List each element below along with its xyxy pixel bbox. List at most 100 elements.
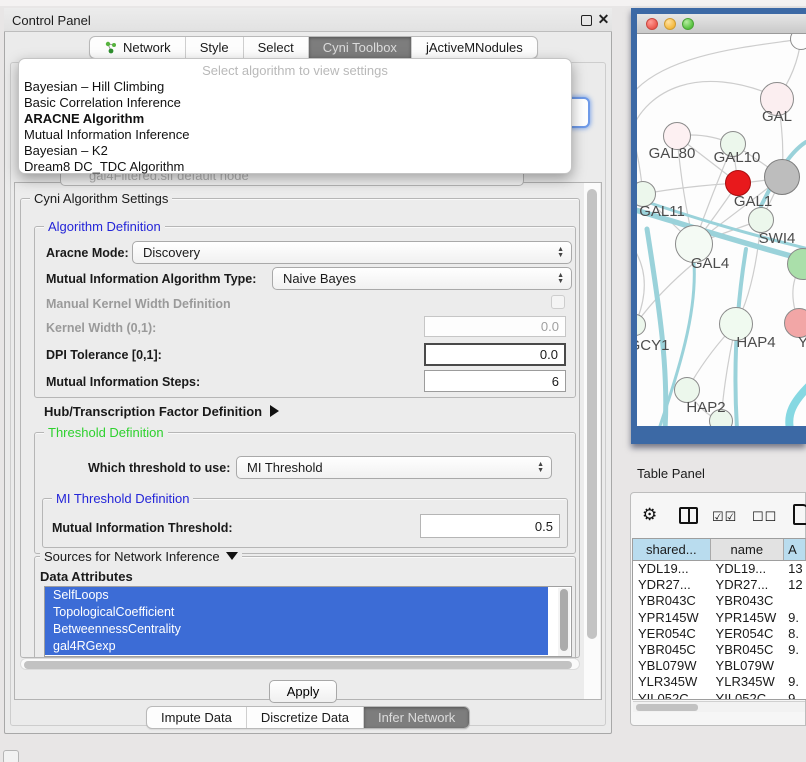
- collapsed-arrow-icon: [270, 405, 279, 417]
- tab-style[interactable]: Style: [186, 37, 244, 58]
- columns-icon[interactable]: [679, 507, 698, 524]
- expanded-arrow-icon: [226, 552, 238, 560]
- cell-name: YBR045C: [711, 642, 785, 658]
- algorithm-option-selected[interactable]: ARACNE Algorithm: [19, 111, 571, 127]
- settings-horizontal-scrollbar-thumb[interactable]: [24, 661, 572, 669]
- zoom-traffic-light[interactable]: [682, 18, 694, 30]
- tab-network[interactable]: Network: [90, 37, 186, 58]
- cell-a: 8.: [784, 626, 806, 642]
- tab-discretize-data[interactable]: Discretize Data: [247, 707, 364, 728]
- top-strip: [0, 0, 806, 6]
- aracne-mode-combo[interactable]: Discovery ▲▼: [132, 241, 572, 264]
- column-header-shared-name[interactable]: shared...: [633, 539, 711, 560]
- cell-shared: YBR043C: [633, 593, 711, 609]
- combo-arrows-icon: ▲▼: [557, 247, 564, 259]
- table-panel-title: Table Panel: [637, 466, 705, 481]
- node-label: GAL11: [637, 203, 692, 220]
- close-traffic-light[interactable]: [646, 18, 658, 30]
- attribute-item-selected[interactable]: gal4RGexp: [45, 638, 548, 655]
- close-icon[interactable]: ✕: [597, 13, 610, 26]
- tab-select[interactable]: Select: [244, 37, 309, 58]
- algorithm-option[interactable]: Dream8 DC_TDC Algorithm: [19, 159, 571, 175]
- table-horizontal-scrollbar[interactable]: [633, 701, 805, 712]
- mi-threshold-field[interactable]: 0.5: [420, 514, 560, 538]
- table-horizontal-scrollbar-thumb[interactable]: [636, 704, 698, 711]
- algorithm-popup-prompt: Select algorithm to view settings: [19, 62, 571, 79]
- algorithm-option[interactable]: Bayesian – Hill Climbing: [19, 79, 571, 95]
- table-row[interactable]: YIL052CYIL052C9.: [633, 691, 806, 701]
- column-header-name[interactable]: name: [711, 539, 785, 560]
- table-row[interactable]: YBL079WYBL079W: [633, 658, 806, 674]
- table-row[interactable]: YDL19...YDL19...13: [633, 561, 806, 577]
- cell-shared: YDR27...: [633, 577, 711, 593]
- settings-horizontal-scrollbar[interactable]: [20, 658, 580, 670]
- cell-name: YBL079W: [711, 658, 785, 674]
- tab-impute-data[interactable]: Impute Data: [147, 707, 247, 728]
- tab-infer-network[interactable]: Infer Network: [364, 707, 469, 728]
- float-window-icon[interactable]: [581, 15, 592, 26]
- table-row[interactable]: YER054CYER054C8.: [633, 626, 806, 642]
- minimize-traffic-light[interactable]: [664, 18, 676, 30]
- node-label: GCY1: [637, 337, 679, 354]
- dpi-tolerance-field[interactable]: 0.0: [424, 343, 566, 366]
- cell-shared: YIL052C: [633, 691, 711, 701]
- manual-kernel-label: Manual Kernel Width Definition: [46, 297, 231, 311]
- cell-shared: YPR145W: [633, 610, 711, 626]
- table-row[interactable]: YDR27...YDR27...12: [633, 577, 806, 593]
- algorithm-option[interactable]: Basic Correlation Inference: [19, 95, 571, 111]
- dpi-tolerance-value: 0.0: [540, 347, 558, 362]
- tab-cyni-toolbox[interactable]: Cyni Toolbox: [309, 37, 412, 58]
- hub-definition-toggle[interactable]: Hub/Transcription Factor Definition: [44, 404, 279, 419]
- algorithm-option[interactable]: Bayesian – K2: [19, 143, 571, 159]
- attribute-item-selected[interactable]: TopologicalCoefficient: [45, 604, 548, 621]
- kernel-width-field[interactable]: 0.0: [424, 316, 566, 337]
- cell-name: YPR145W: [711, 610, 785, 626]
- table-row[interactable]: YBR043CYBR043C: [633, 593, 806, 609]
- cell-name: YDR27...: [711, 577, 785, 593]
- mi-steps-label: Mutual Information Steps:: [46, 375, 200, 389]
- gear-icon[interactable]: ⚙: [642, 505, 657, 525]
- node-label: Y: [773, 334, 806, 351]
- tab-infer-network-label: Infer Network: [378, 710, 455, 725]
- attribute-item-selected[interactable]: SelfLoops: [45, 587, 548, 604]
- node-label: GAL1: [723, 193, 783, 210]
- bottom-tabbar: Impute Data Discretize Data Infer Networ…: [146, 706, 470, 729]
- sources-group-label[interactable]: Sources for Network Inference: [40, 549, 242, 564]
- table-row[interactable]: YBR045CYBR045C9.: [633, 642, 806, 658]
- mi-type-combo[interactable]: Naive Bayes ▲▼: [272, 267, 572, 290]
- attributes-vertical-scrollbar-thumb[interactable]: [560, 589, 568, 651]
- settings-vertical-scrollbar[interactable]: [584, 183, 600, 699]
- kernel-width-label: Kernel Width (0,1):: [46, 321, 156, 335]
- mi-steps-field[interactable]: 6: [424, 370, 566, 392]
- network-canvas[interactable]: GAL GAL80 GAL10 GAL1 GAL11 SWI4 GAL4 GCY…: [637, 34, 806, 426]
- column-header-a[interactable]: A: [784, 539, 806, 560]
- manual-kernel-checkbox[interactable]: [551, 295, 565, 309]
- mi-threshold-label: Mutual Information Threshold:: [52, 521, 233, 535]
- cell-a: 9.: [784, 691, 806, 701]
- node-label: GAL80: [642, 145, 702, 162]
- document-icon[interactable]: [793, 504, 806, 525]
- network-window-titlebar[interactable]: [637, 14, 806, 34]
- apply-button[interactable]: Apply: [269, 680, 337, 703]
- settings-vertical-scrollbar-thumb[interactable]: [587, 189, 597, 639]
- cell-a: [784, 593, 806, 609]
- cyni-algorithm-settings-label: Cyni Algorithm Settings: [30, 191, 172, 206]
- attributes-vertical-scrollbar[interactable]: [558, 588, 570, 656]
- tab-jactivemnodules[interactable]: jActiveMNodules: [412, 37, 537, 58]
- select-all-checks-icon[interactable]: ☑☑: [712, 509, 737, 525]
- node-label: SWI4: [747, 230, 806, 247]
- cell-shared: YDL19...: [633, 561, 711, 577]
- attribute-item-selected[interactable]: BetweennessCentrality: [45, 621, 548, 638]
- table-row[interactable]: YPR145WYPR145W9.: [633, 610, 806, 626]
- collapsed-panel-icon[interactable]: [3, 750, 19, 762]
- algorithm-option[interactable]: Mutual Information Inference: [19, 127, 571, 143]
- which-threshold-combo[interactable]: MI Threshold ▲▼: [236, 456, 552, 479]
- control-panel-titlebar[interactable]: [4, 8, 612, 32]
- tab-impute-data-label: Impute Data: [161, 710, 232, 725]
- deselect-all-checks-icon[interactable]: ☐☐: [752, 509, 777, 525]
- node-gray[interactable]: [764, 159, 800, 195]
- mi-threshold-group-label: MI Threshold Definition: [52, 491, 193, 506]
- data-attributes-label: Data Attributes: [40, 569, 133, 584]
- table-row[interactable]: YLR345WYLR345W9.: [633, 674, 806, 690]
- node-label: GAL: [762, 108, 806, 125]
